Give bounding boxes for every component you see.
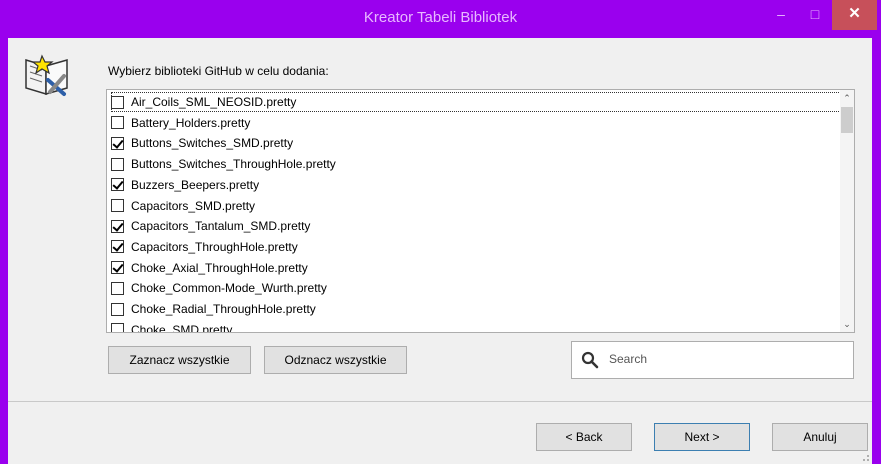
library-label: Buttons_Switches_SMD.pretty xyxy=(131,136,294,151)
library-list[interactable]: Air_Coils_SML_NEOSID.pretty Battery_Holde… xyxy=(106,89,855,333)
list-item[interactable]: Buttons_Switches_ThroughHole.pretty xyxy=(111,154,841,174)
dialog-body: Wybierz biblioteki GitHub w celu dodania… xyxy=(8,38,872,464)
library-checkbox[interactable] xyxy=(111,261,124,275)
library-checkbox[interactable] xyxy=(111,323,124,332)
library-checkbox[interactable] xyxy=(111,95,124,109)
resize-grip[interactable] xyxy=(860,452,870,462)
next-button[interactable]: Next > xyxy=(654,423,750,451)
list-item[interactable]: Choke_Axial_ThroughHole.pretty xyxy=(111,258,841,278)
list-item[interactable]: Choke_Common-Mode_Wurth.pretty xyxy=(111,278,841,298)
list-item[interactable]: Choke_SMD.pretty xyxy=(111,320,841,333)
search-placeholder: Search xyxy=(609,352,648,366)
library-label: Capacitors_Tantalum_SMD.pretty xyxy=(131,219,311,234)
list-item[interactable]: Air_Coils_SML_NEOSID.pretty xyxy=(111,92,841,112)
library-checkbox[interactable] xyxy=(111,281,124,295)
library-checkbox[interactable] xyxy=(111,136,124,150)
back-button[interactable]: < Back xyxy=(536,423,632,451)
select-all-button[interactable]: Zaznacz wszystkie xyxy=(108,346,251,374)
chevron-up-icon[interactable]: ⌃ xyxy=(840,90,854,106)
window-title: Kreator Tabeli Bibliotek xyxy=(363,9,518,26)
list-item[interactable]: Battery_Holders.pretty xyxy=(111,113,841,133)
library-checkbox[interactable] xyxy=(111,116,124,130)
close-button[interactable]: ✕ xyxy=(832,0,877,30)
wizard-icon xyxy=(25,54,68,96)
library-label: Choke_Axial_ThroughHole.pretty xyxy=(131,260,308,275)
library-label: Choke_SMD.pretty xyxy=(131,322,233,333)
library-label: Air_Coils_SML_NEOSID.pretty xyxy=(131,95,297,109)
maximize-button[interactable]: □ xyxy=(798,0,832,30)
library-checkbox[interactable] xyxy=(111,157,124,171)
library-label: Choke_Radial_ThroughHole.pretty xyxy=(131,302,316,316)
wizard-window: Kreator Tabeli Bibliotek – □ ✕ Wybierz b… xyxy=(0,0,881,464)
library-checkbox[interactable] xyxy=(111,178,124,192)
list-item[interactable]: Capacitors_ThroughHole.pretty xyxy=(111,237,841,257)
library-label: Capacitors_ThroughHole.pretty xyxy=(131,239,298,254)
list-item[interactable]: Buzzers_Beepers.pretty xyxy=(111,175,841,195)
library-checkbox[interactable] xyxy=(111,219,124,233)
minimize-button[interactable]: – xyxy=(764,0,798,30)
deselect-all-button[interactable]: Odznacz wszystkie xyxy=(264,346,407,374)
library-checkbox[interactable] xyxy=(111,240,124,254)
title-bar[interactable]: Kreator Tabeli Bibliotek – □ ✕ xyxy=(0,0,881,38)
list-item[interactable]: Buttons_Switches_SMD.pretty xyxy=(111,133,841,153)
divider xyxy=(8,401,872,402)
search-input[interactable]: Search xyxy=(571,341,854,379)
instruction-label: Wybierz biblioteki GitHub w celu dodania… xyxy=(108,64,329,78)
library-checkbox[interactable] xyxy=(111,302,124,316)
library-label: Battery_Holders.pretty xyxy=(131,115,251,130)
library-label: Buzzers_Beepers.pretty xyxy=(131,177,260,192)
list-item[interactable]: Capacitors_SMD.pretty xyxy=(111,196,841,216)
library-label: Capacitors_SMD.pretty xyxy=(131,198,256,213)
chevron-down-icon[interactable]: ⌄ xyxy=(840,316,854,332)
scroll-thumb[interactable] xyxy=(841,107,853,133)
library-checkbox[interactable] xyxy=(111,199,124,212)
library-label: Choke_Common-Mode_Wurth.pretty xyxy=(131,281,327,296)
list-item[interactable]: Capacitors_Tantalum_SMD.pretty xyxy=(111,216,841,236)
library-label: Buttons_Switches_ThroughHole.pretty xyxy=(131,157,336,172)
list-scrollbar[interactable]: ⌃ ⌄ xyxy=(840,90,854,332)
list-item[interactable]: Choke_Radial_ThroughHole.pretty xyxy=(111,299,841,319)
cancel-button[interactable]: Anuluj xyxy=(772,423,868,451)
search-icon xyxy=(581,351,599,369)
